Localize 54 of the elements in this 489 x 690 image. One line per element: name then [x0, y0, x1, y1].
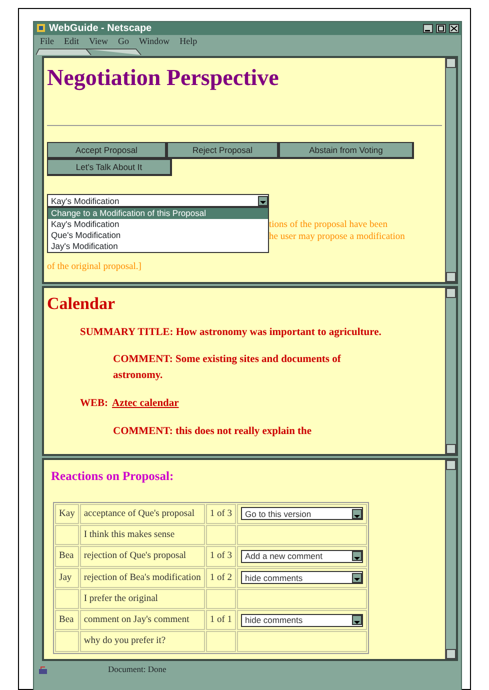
comment-text: COMMENT: Some existing sites and documents of astronomy.: [113, 353, 342, 383]
action-dropdown[interactable]: Add a new comment: [241, 550, 363, 563]
proposal-button[interactable]: Reject Proposal: [167, 142, 279, 159]
menu-item[interactable]: Window: [138, 36, 170, 47]
proposal-button[interactable]: Accept Proposal: [47, 142, 167, 159]
menu-item[interactable]: Go: [118, 36, 129, 47]
proposal-button[interactable]: Let's Talk About It: [47, 159, 172, 176]
table-cell: Kay: [55, 504, 79, 524]
minimize-icon[interactable]: [423, 24, 433, 33]
table-cell: acceptance of Que's proposal: [80, 504, 205, 524]
table-cell: comment on Jay's comment: [80, 610, 205, 630]
scrollbar[interactable]: [445, 460, 456, 659]
scrollbar[interactable]: [445, 288, 456, 454]
table-cell: 1 of 3: [206, 546, 236, 566]
action-dropdown[interactable]: Go to this version: [241, 507, 363, 520]
dropdown-option[interactable]: Kay's Modification: [48, 219, 268, 230]
section-heading: Calendar: [47, 293, 116, 315]
status-text: Document: Done: [108, 663, 166, 676]
table-cell: rejection of Que's proposal: [80, 546, 205, 566]
table-cell: I think this makes sense: [80, 525, 205, 546]
web-link[interactable]: Aztec calendar: [112, 396, 179, 412]
maximize-icon[interactable]: [436, 24, 446, 33]
web-label: WEB:: [80, 396, 108, 411]
note-text: tions of the proposal have been: [269, 219, 388, 231]
note-text: of the original proposal.]: [47, 261, 142, 274]
table-cell: 1 of 2: [206, 568, 236, 588]
proposal-button[interactable]: Abstain from Voting: [279, 142, 414, 159]
table-cell: 1 of 1: [206, 610, 236, 630]
close-icon[interactable]: [449, 24, 459, 33]
page-heading: Negotiation Perspective: [47, 64, 280, 92]
menu-item[interactable]: View: [89, 36, 108, 47]
table-cell: I prefer the original: [80, 588, 205, 609]
table-cell: 1 of 3: [206, 504, 236, 524]
section-heading: Reactions on Proposal:: [51, 468, 175, 485]
table-cell: Bea: [55, 546, 79, 566]
menu-item[interactable]: Help: [180, 36, 198, 47]
app-icon: [36, 23, 46, 34]
comment-text: COMMENT: this does not really explain the: [113, 424, 313, 438]
dropdown-option[interactable]: Jay's Modification: [48, 241, 268, 252]
menu-item[interactable]: Edit: [64, 36, 80, 47]
action-dropdown[interactable]: hide comments: [241, 614, 363, 627]
table-cell: why do you prefer it?: [80, 631, 205, 652]
menu-item[interactable]: File: [40, 36, 54, 47]
summary-text: SUMMARY TITLE: How astronomy was important to agriculture.: [80, 326, 382, 340]
note-text: he user may propose a modification: [269, 231, 405, 243]
table-cell: rejection of Bea's modification: [80, 568, 205, 588]
dropdown-option[interactable]: Que's Modification: [48, 230, 268, 241]
scrollbar[interactable]: [445, 58, 456, 282]
table-cell: Bea: [55, 610, 79, 630]
table-cell: Jay: [55, 568, 79, 588]
action-dropdown[interactable]: hide comments: [241, 571, 363, 584]
dropdown-field[interactable]: Kay's Modification: [47, 194, 269, 207]
dropdown-option[interactable]: Change to a Modification of this Proposal: [48, 208, 268, 219]
window-title: WebGuide - Netscape: [49, 23, 153, 34]
